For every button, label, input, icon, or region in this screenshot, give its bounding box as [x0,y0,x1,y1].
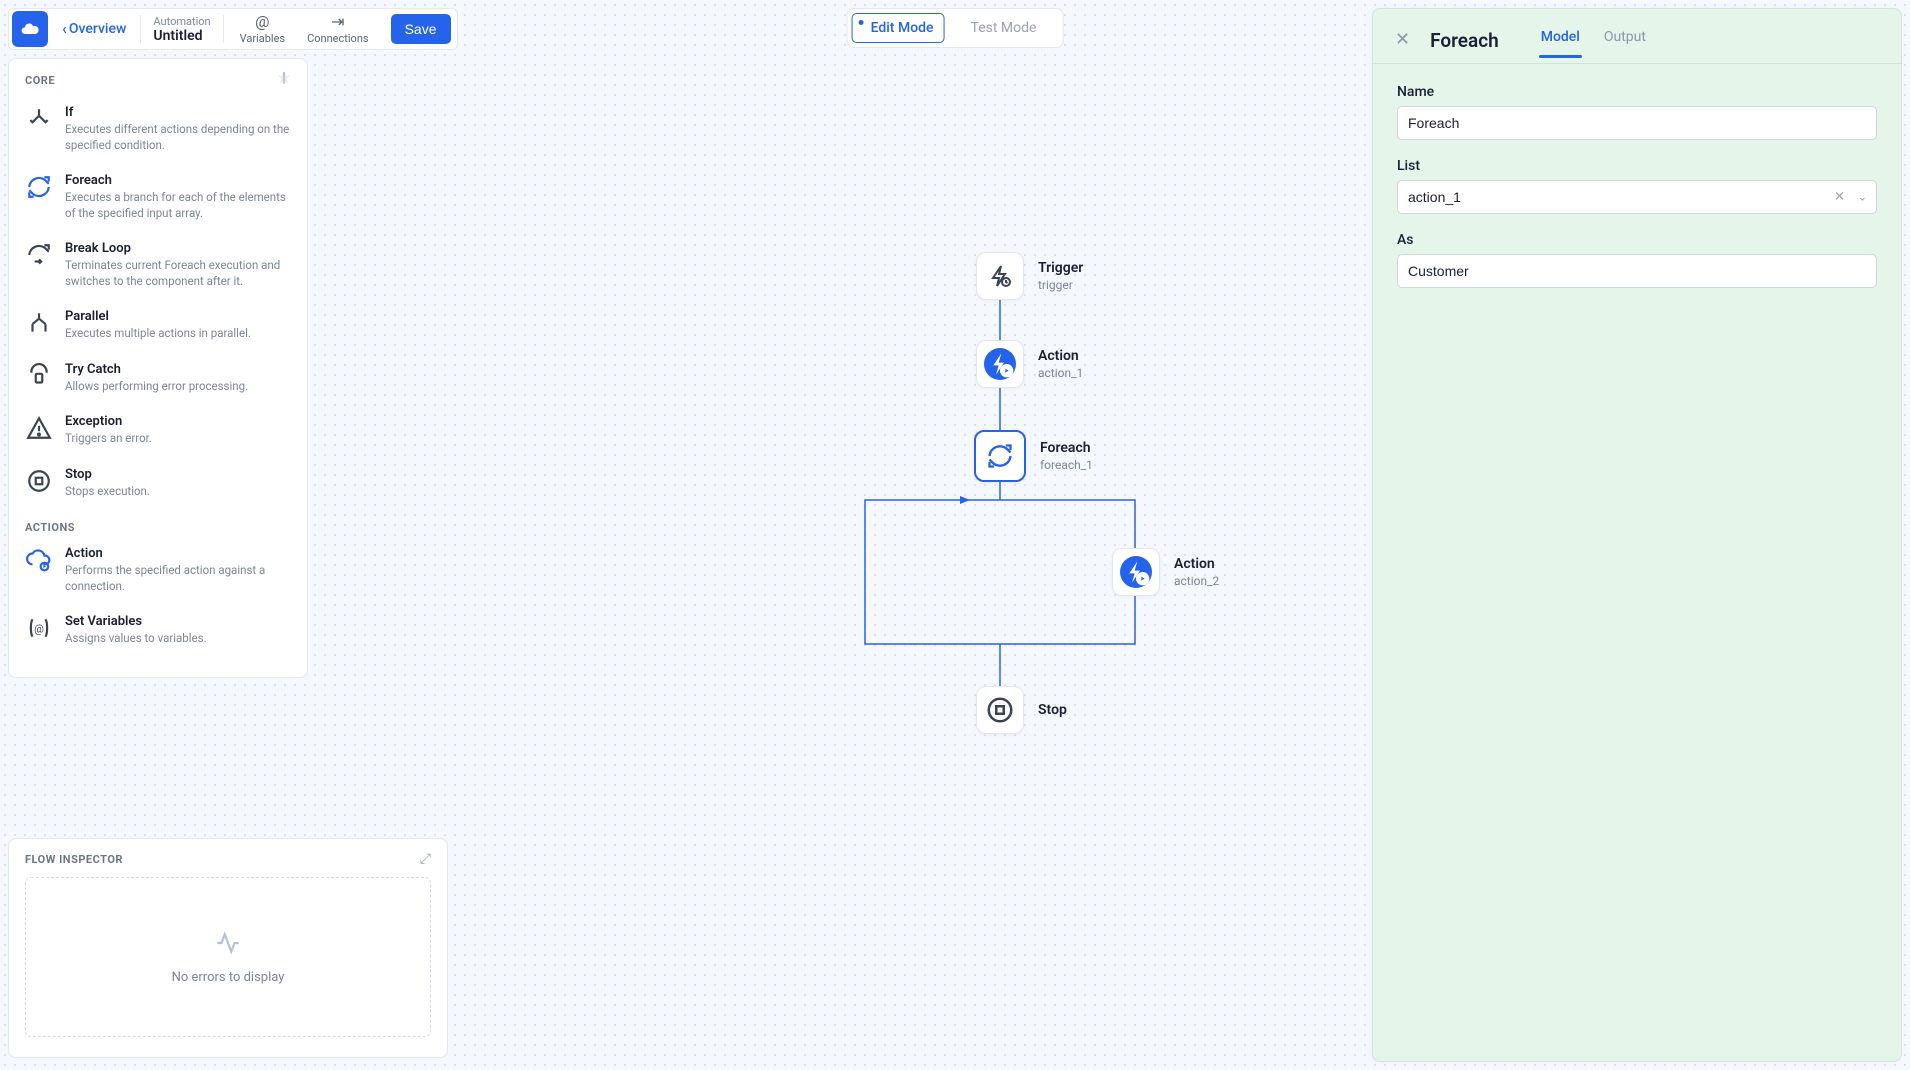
palette-item-foreach[interactable]: ForeachExecutes a branch for each of the… [17,163,299,231]
at-icon: @ [255,14,269,30]
stop-chip [976,686,1024,734]
flow-inspector-panel: FLOW INSPECTOR ⤢ No errors to display [8,838,448,1058]
palette-item-setvars[interactable]: @ Set VariablesAssigns values to variabl… [17,604,299,657]
as-input[interactable] [1397,254,1877,288]
palette-item-if[interactable]: IfExecutes different actions depending o… [17,95,299,163]
svg-text:@: @ [34,623,44,636]
variables-button[interactable]: @ Variables [234,14,292,45]
automation-title[interactable]: Automation Untitled [151,15,212,44]
stop-icon [25,467,53,495]
panel-title: Foreach [1430,29,1499,52]
branch-icon [25,105,53,133]
node-foreach[interactable]: Foreachforeach_1 [974,430,1093,482]
name-input[interactable] [1397,106,1877,140]
properties-panel: ✕ Foreach Model Output Name List ✕ ⌄ As [1372,8,1902,1062]
inspector-empty-text: No errors to display [172,970,285,985]
as-label: As [1397,232,1877,248]
node-trigger[interactable]: Triggertrigger [976,252,1083,300]
node-stop[interactable]: Stop [976,686,1067,734]
loop-icon [25,173,53,201]
separator [223,15,224,43]
core-section-label: CORE [25,74,55,87]
palette-item-action[interactable]: ActionPerforms the specified action agai… [17,536,299,604]
list-label: List [1397,158,1877,174]
mode-toggle: Edit Mode Test Mode [847,8,1064,48]
test-mode-button[interactable]: Test Mode [961,14,1047,42]
overview-label: Overview [69,21,126,37]
pin-icon[interactable] [277,71,291,89]
palette-panel: CORE IfExecutes different actions depend… [8,58,308,678]
break-icon [25,241,53,269]
palette-item-exception[interactable]: ExceptionTriggers an error. [17,404,299,457]
cloud-icon [20,19,40,39]
trycatch-icon [25,362,53,390]
action-icon [25,546,53,574]
palette-item-break[interactable]: Break LoopTerminates current Foreach exe… [17,231,299,299]
actions-section-label: ACTIONS [17,509,299,536]
list-select[interactable] [1397,180,1877,214]
action-chip [976,340,1024,388]
node-action-2[interactable]: Actionaction_2 [1112,548,1219,596]
logo-button[interactable] [12,11,48,47]
top-bar: ‹ Overview Automation Untitled @ Variabl… [8,8,458,50]
pulse-icon [215,930,241,962]
palette-item-stop[interactable]: StopStops execution. [17,457,299,510]
palette-item-parallel[interactable]: ParallelExecutes multiple actions in par… [17,299,299,352]
connections-button[interactable]: ⇥ Connections [301,14,374,45]
chevron-left-icon: ‹ [62,21,67,37]
trigger-chip [976,252,1024,300]
automation-name: Untitled [153,28,210,44]
close-icon[interactable]: ✕ [1395,31,1410,49]
action-chip [1112,548,1160,596]
tab-model[interactable]: Model [1539,23,1582,57]
edit-mode-button[interactable]: Edit Mode [852,13,945,43]
name-label: Name [1397,84,1877,100]
expand-icon[interactable]: ⤢ [420,851,431,867]
inspector-body: No errors to display [25,877,431,1037]
inspector-label: FLOW INSPECTOR [25,853,123,866]
overview-link[interactable]: ‹ Overview [58,21,130,37]
parallel-icon [25,309,53,337]
separator [140,15,141,43]
tab-output[interactable]: Output [1602,23,1648,57]
login-icon: ⇥ [331,14,344,30]
chevron-down-icon[interactable]: ⌄ [1858,191,1867,204]
foreach-chip [974,430,1026,482]
clear-icon[interactable]: ✕ [1834,190,1845,205]
variables-icon: @ [25,614,53,642]
palette-item-trycatch[interactable]: Try CatchAllows performing error process… [17,352,299,405]
save-button[interactable]: Save [391,14,451,44]
warning-icon [25,414,53,442]
node-action-1[interactable]: Actionaction_1 [976,340,1083,388]
automation-label: Automation [153,15,210,28]
